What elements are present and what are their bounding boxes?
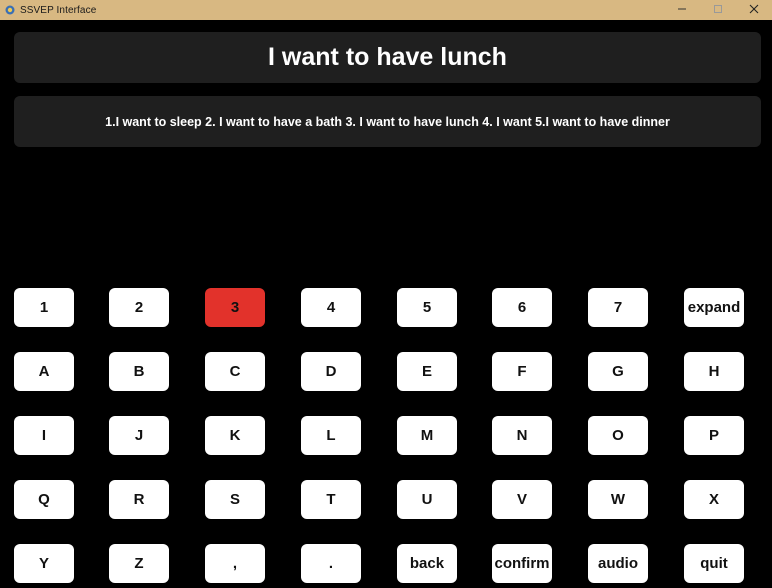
key-d[interactable]: D (301, 352, 361, 391)
key-w[interactable]: W (588, 480, 648, 519)
key-a[interactable]: A (14, 352, 74, 391)
key-t[interactable]: T (301, 480, 361, 519)
maximize-button[interactable] (700, 0, 736, 20)
key-z[interactable]: Z (109, 544, 169, 583)
key-c[interactable]: C (205, 352, 265, 391)
key-b[interactable]: B (109, 352, 169, 391)
key-x[interactable]: X (684, 480, 744, 519)
key-m[interactable]: M (397, 416, 457, 455)
key-j[interactable]: J (109, 416, 169, 455)
key-back[interactable]: back (397, 544, 457, 583)
key-s[interactable]: S (205, 480, 265, 519)
title-bar: SSVEP Interface (0, 0, 772, 20)
key-7[interactable]: 7 (588, 288, 648, 327)
key-period[interactable]: . (301, 544, 361, 583)
minimize-button[interactable] (664, 0, 700, 20)
key-2[interactable]: 2 (109, 288, 169, 327)
key-5[interactable]: 5 (397, 288, 457, 327)
app-window: SSVEP Interface I want to have lunch 1.I… (0, 0, 772, 588)
key-3[interactable]: 3 (205, 288, 265, 327)
app-icon (4, 4, 16, 16)
output-text-panel: I want to have lunch (14, 32, 761, 83)
key-l[interactable]: L (301, 416, 361, 455)
close-icon (749, 4, 759, 17)
key-h[interactable]: H (684, 352, 744, 391)
window-controls (664, 0, 772, 20)
options-panel: 1.I want to sleep 2. I want to have a ba… (14, 96, 761, 147)
key-n[interactable]: N (492, 416, 552, 455)
key-y[interactable]: Y (14, 544, 74, 583)
options-text: 1.I want to sleep 2. I want to have a ba… (105, 114, 670, 129)
key-p[interactable]: P (684, 416, 744, 455)
key-k[interactable]: K (205, 416, 265, 455)
key-comma[interactable]: , (205, 544, 265, 583)
output-text: I want to have lunch (268, 43, 507, 71)
key-e[interactable]: E (397, 352, 457, 391)
key-u[interactable]: U (397, 480, 457, 519)
maximize-icon (713, 4, 723, 17)
key-g[interactable]: G (588, 352, 648, 391)
key-f[interactable]: F (492, 352, 552, 391)
key-r[interactable]: R (109, 480, 169, 519)
key-audio[interactable]: audio (588, 544, 648, 583)
key-i[interactable]: I (14, 416, 74, 455)
key-6[interactable]: 6 (492, 288, 552, 327)
close-button[interactable] (736, 0, 772, 20)
key-v[interactable]: V (492, 480, 552, 519)
key-o[interactable]: O (588, 416, 648, 455)
key-q[interactable]: Q (14, 480, 74, 519)
minimize-icon (677, 4, 687, 17)
key-4[interactable]: 4 (301, 288, 361, 327)
window-title: SSVEP Interface (20, 4, 97, 16)
key-1[interactable]: 1 (14, 288, 74, 327)
key-confirm[interactable]: confirm (492, 544, 552, 583)
key-quit[interactable]: quit (684, 544, 744, 583)
key-expand[interactable]: expand (684, 288, 744, 327)
